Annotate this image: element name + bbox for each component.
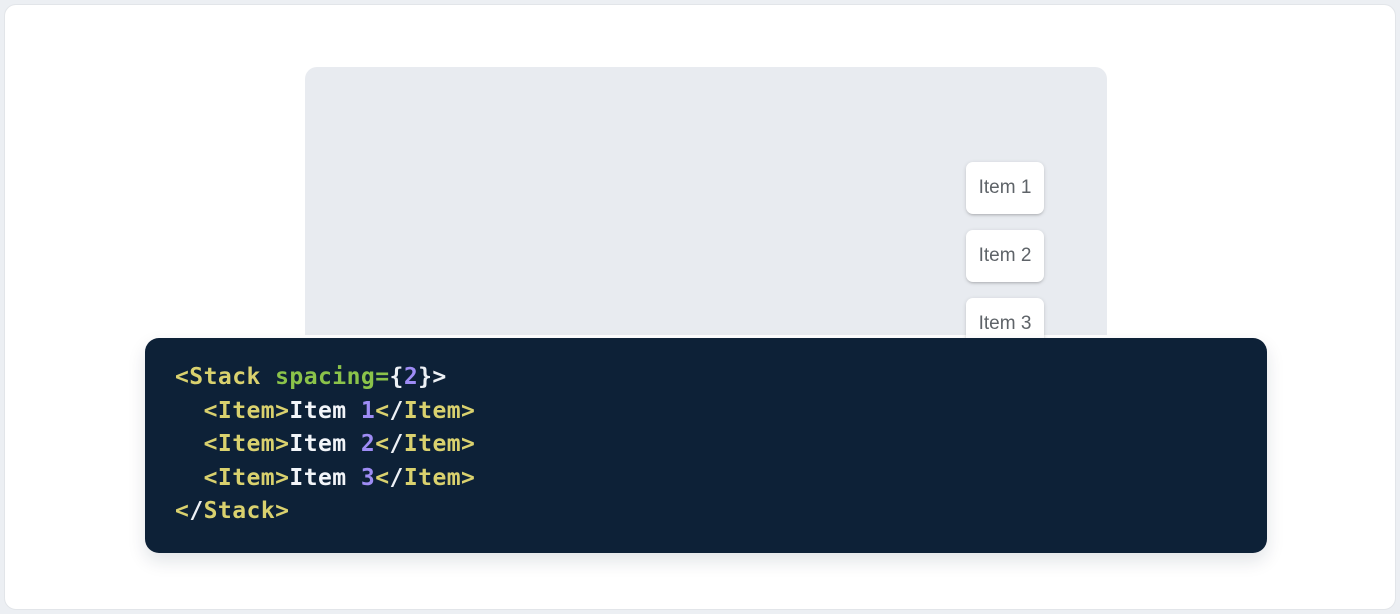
stack-item-label: Item 3 [979,313,1032,335]
code-token-punct: / [390,465,404,491]
code-token-num: 3 [361,465,375,491]
code-token-text [175,465,204,491]
code-token-text [175,431,204,457]
demo-preview-panel: Item 1 Item 2 Item 3 [305,67,1107,335]
code-token-tag: Item> [404,431,476,457]
code-token-text: Item [289,398,361,424]
code-token-num: 2 [404,364,418,390]
code-token-tag: Item> [404,398,476,424]
code-token-tag: <Stack [175,364,261,390]
code-token-text: Item [289,431,361,457]
code-token-num: 1 [361,398,375,424]
code-line: <Item>Item 3</Item> [175,462,1237,496]
code-token-tag: < [375,431,389,457]
stack-item-label: Item 2 [979,245,1032,267]
code-token-tag: < [175,498,189,524]
code-token-tag: Stack> [204,498,290,524]
code-token-punct: / [189,498,203,524]
code-token-tag: <Item> [204,398,290,424]
code-token-punct: }> [418,364,447,390]
code-line: <Stack spacing={2}> [175,361,1237,395]
stack-item-card: Item 1 [966,162,1044,214]
code-token-text [261,364,275,390]
code-line: <Item>Item 2</Item> [175,428,1237,462]
code-token-num: 2 [361,431,375,457]
code-token-tag: <Item> [204,431,290,457]
code-token-tag: < [375,398,389,424]
code-token-text [175,398,204,424]
code-line: <Item>Item 1</Item> [175,395,1237,429]
code-token-text: Item [289,465,361,491]
code-token-tag: Item> [404,465,476,491]
code-line: </Stack> [175,495,1237,529]
code-token-punct: / [390,398,404,424]
code-token-punct: { [390,364,404,390]
code-block: <Stack spacing={2}> <Item>Item 1</Item> … [145,338,1267,553]
page: Item 1 Item 2 Item 3 <Stack spacing={2}>… [4,4,1396,610]
code-token-punct: / [390,431,404,457]
code-token-tag: <Item> [204,465,290,491]
stack-item-label: Item 1 [979,177,1032,199]
code-token-attr: spacing= [275,364,389,390]
code-token-tag: < [375,465,389,491]
stack-item-card: Item 2 [966,230,1044,282]
